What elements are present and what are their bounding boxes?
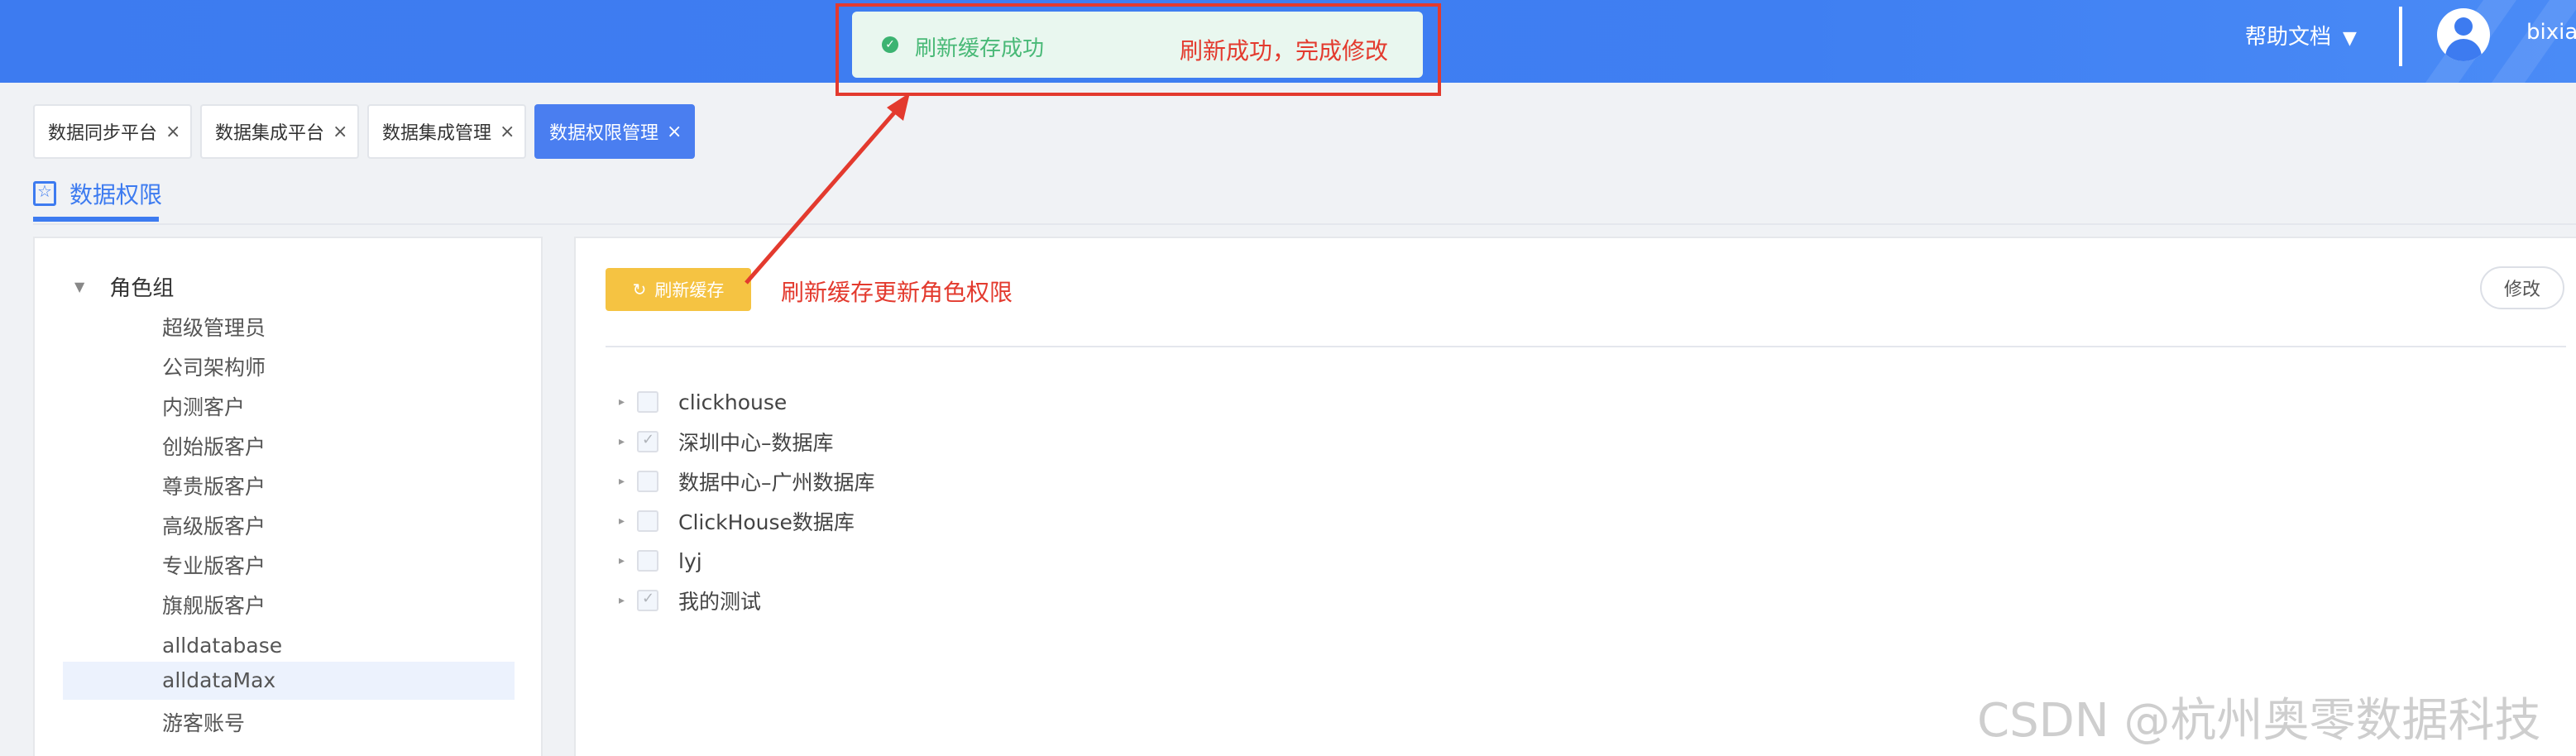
expand-arrow-icon[interactable]: ▸ — [619, 554, 637, 567]
tree-item[interactable]: 尊贵版客户 — [63, 468, 515, 506]
permission-row[interactable]: ▸ 数据中心–广州数据库 — [619, 463, 875, 500]
tree-item[interactable]: 旗舰版客户 — [63, 587, 515, 625]
annotation-button-note: 刷新缓存更新角色权限 — [781, 279, 1013, 306]
tab-data-integration-platform[interactable]: 数据集成平台 × — [200, 104, 359, 159]
header-divider — [2399, 7, 2402, 66]
expand-arrow-icon[interactable]: ▸ — [619, 514, 637, 528]
permissions-panel: ↻ 刷新缓存 刷新缓存更新角色权限 修改 ▸ clickhouse ▸ 深圳中心… — [574, 237, 2576, 756]
tree-item[interactable]: 高级版客户 — [63, 508, 515, 546]
tree-item[interactable]: alldatabase — [63, 627, 515, 665]
edit-button[interactable]: 修改 — [2480, 266, 2564, 309]
title-divider — [33, 223, 2576, 225]
tree-root-role-group[interactable]: ▼ 角色组 — [74, 271, 174, 302]
permission-checkbox-checked[interactable] — [637, 431, 658, 452]
permission-label: 深圳中心–数据库 — [678, 431, 834, 455]
refresh-cache-label[interactable]: 刷新缓存 — [654, 277, 724, 302]
permission-checkbox[interactable] — [637, 391, 658, 413]
refresh-cache-button[interactable]: ↻ 刷新缓存 — [606, 268, 751, 311]
tab-label[interactable]: 数据集成平台 — [215, 118, 324, 145]
tab-label[interactable]: 数据集成管理 — [382, 118, 491, 145]
permission-row[interactable]: ▸ 深圳中心–数据库 — [619, 423, 834, 460]
avatar-head — [2454, 17, 2473, 36]
close-icon[interactable]: × — [165, 122, 180, 142]
tree-item[interactable]: 创始版客户 — [63, 428, 515, 467]
expand-arrow-icon[interactable]: ▸ — [619, 594, 637, 607]
user-avatar-icon[interactable] — [2437, 8, 2490, 61]
tree-item[interactable]: 公司架构师 — [63, 349, 515, 387]
expand-arrow-icon[interactable]: ▸ — [619, 475, 637, 488]
tree-item[interactable]: 内测客户 — [63, 389, 515, 427]
tab-data-integration-management[interactable]: 数据集成管理 × — [367, 104, 526, 159]
permission-label: clickhouse — [678, 390, 788, 414]
tab-label[interactable]: 数据权限管理 — [549, 118, 658, 145]
permission-checkbox[interactable] — [637, 510, 658, 532]
permission-row[interactable]: ▸ 我的测试 — [619, 582, 761, 619]
help-docs-menu[interactable]: 帮助文档 ▼ — [2245, 20, 2357, 50]
tree-root-label[interactable]: 角色组 — [109, 271, 174, 302]
permission-row[interactable]: ▸ clickhouse — [619, 384, 787, 420]
permission-checkbox[interactable] — [637, 550, 658, 572]
tab-data-sync-platform[interactable]: 数据同步平台 × — [33, 104, 192, 159]
tree-item[interactable]: 超级管理员 — [63, 309, 515, 347]
help-docs-label[interactable]: 帮助文档 — [2245, 25, 2331, 50]
role-tree-panel: ▼ 角色组 超级管理员 公司架构师 内测客户 创始版客户 尊贵版客户 高级版客户… — [33, 237, 543, 756]
page-title[interactable]: 数据权限 — [33, 177, 162, 210]
tree-item-selected[interactable]: alldataMax — [63, 662, 515, 700]
refresh-icon[interactable]: ↻ — [633, 280, 647, 299]
tree-item[interactable]: 游客账号 — [63, 705, 515, 743]
annotation-highlight-box — [836, 3, 1441, 96]
permission-label: 数据中心–广州数据库 — [678, 471, 875, 495]
permission-row[interactable]: ▸ ClickHouse数据库 — [619, 503, 855, 539]
permission-checkbox-checked[interactable] — [637, 590, 658, 611]
close-icon[interactable]: × — [500, 122, 515, 142]
star-doc-icon — [33, 181, 56, 206]
caret-down-icon[interactable]: ▼ — [2343, 28, 2357, 49]
permission-row[interactable]: ▸ lyj — [619, 543, 702, 579]
panel-divider — [606, 346, 2566, 347]
tab-data-permission-management[interactable]: 数据权限管理 × — [534, 104, 695, 159]
close-icon[interactable]: × — [667, 122, 682, 142]
username[interactable]: bixian — [2526, 20, 2576, 45]
permission-label: lyj — [678, 548, 702, 573]
annotation-arrow-head — [887, 93, 910, 121]
page-title-text: 数据权限 — [69, 181, 163, 208]
close-icon[interactable]: × — [333, 122, 347, 142]
permission-checkbox[interactable] — [637, 471, 658, 492]
chevron-down-icon[interactable]: ▼ — [74, 279, 84, 294]
avatar-body — [2445, 39, 2482, 61]
tree-item[interactable]: 专业版客户 — [63, 548, 515, 586]
permission-label: ClickHouse数据库 — [678, 510, 855, 534]
permission-label: 我的测试 — [678, 590, 762, 614]
tab-label[interactable]: 数据同步平台 — [48, 118, 157, 145]
expand-arrow-icon[interactable]: ▸ — [619, 435, 637, 448]
csdn-watermark: CSDN @杭州奥零数据科技 — [1977, 694, 2541, 748]
active-tab-underline — [33, 217, 159, 222]
expand-arrow-icon[interactable]: ▸ — [619, 395, 637, 409]
